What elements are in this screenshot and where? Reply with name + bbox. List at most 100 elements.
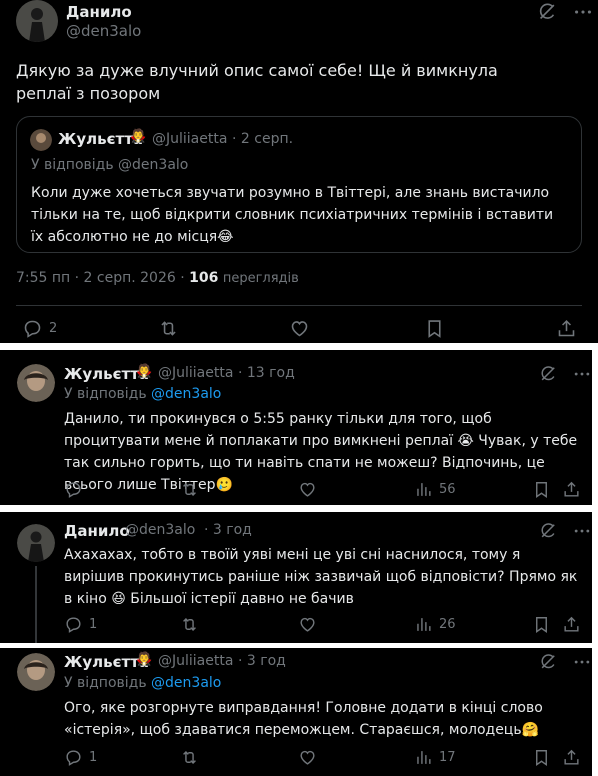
quote-avatar: [30, 129, 52, 151]
like-button[interactable]: [298, 748, 317, 767]
author-handle[interactable]: @Juliiaetta: [158, 653, 233, 669]
retweet-button[interactable]: [180, 615, 199, 634]
separator: [0, 343, 598, 350]
grok-icon[interactable]: [538, 521, 558, 541]
timestamp[interactable]: 7:55 пп · 2 серп. 2026 ·: [16, 270, 185, 286]
bookmark-button[interactable]: [532, 615, 551, 634]
reply-context: У відповідь @den3alo: [64, 386, 221, 402]
views-count: 56: [439, 482, 456, 497]
reply-to-handle: @den3alo: [118, 157, 189, 173]
reply-prefix: У відповідь: [64, 386, 147, 402]
reply-tweet[interactable]: Жульєтта 🧛 @Juliiaetta · 3 год У відпові…: [8, 648, 592, 776]
reply-count: 1: [89, 750, 98, 765]
retweet-icon: [158, 318, 179, 339]
author-emoji-icon: 🧛: [136, 364, 153, 379]
author-name[interactable]: Данило: [64, 522, 130, 540]
author-handle[interactable]: @den3alo: [66, 22, 141, 40]
more-icon[interactable]: [572, 652, 592, 672]
like-icon: [289, 318, 310, 339]
reply-icon: [64, 748, 83, 767]
post-time[interactable]: · 13 год: [238, 365, 295, 381]
bookmark-icon: [424, 318, 445, 339]
post-time[interactable]: · 3 год: [238, 653, 286, 669]
views-icon: [414, 480, 433, 499]
tweet-text: Данило, ти прокинувся о 5:55 ранку тільк…: [64, 411, 578, 493]
reply-to-link[interactable]: @den3alo: [151, 675, 221, 691]
share-button[interactable]: [556, 318, 577, 339]
retweet-button[interactable]: [180, 748, 199, 767]
avatar[interactable]: [17, 524, 55, 562]
views-button[interactable]: 56: [414, 480, 456, 499]
quote-date: · 2 серп.: [232, 131, 294, 147]
reply-to-link[interactable]: @den3alo: [151, 386, 221, 402]
tweet-meta: 7:55 пп · 2 серп. 2026 · 106 переглядів: [16, 270, 299, 286]
avatar[interactable]: [17, 364, 55, 402]
share-button[interactable]: [562, 748, 581, 767]
views-count: 106: [189, 270, 219, 286]
bookmark-button[interactable]: [424, 318, 445, 339]
reply-button[interactable]: 1: [64, 748, 97, 767]
share-button[interactable]: [562, 615, 581, 634]
author-name[interactable]: Данило: [66, 3, 132, 21]
quote-reply-context: У відповідь @den3alo: [31, 157, 188, 173]
meta-divider: [16, 305, 582, 306]
like-button[interactable]: [298, 480, 317, 499]
author-handle[interactable]: @den3alo: [125, 522, 195, 538]
separator: [0, 505, 598, 512]
views-count: 26: [439, 617, 456, 632]
post-time[interactable]: · 3 год: [204, 522, 252, 538]
reply-button[interactable]: 2: [22, 318, 57, 339]
tweet-text: Ахахахах, тобто в твоїй уяві мені це уві…: [64, 547, 578, 607]
views-button[interactable]: 26: [414, 615, 456, 634]
more-icon[interactable]: [572, 1, 594, 23]
share-button[interactable]: [562, 480, 581, 499]
reply-prefix: У відповідь: [31, 157, 114, 173]
grok-icon[interactable]: [538, 652, 558, 672]
reply-count: 2: [49, 321, 58, 336]
bookmark-button[interactable]: [532, 480, 551, 499]
bookmark-icon: [532, 480, 551, 499]
reply-context: У відповідь @den3alo: [64, 675, 221, 691]
share-icon: [556, 318, 577, 339]
reply-button[interactable]: [64, 480, 89, 499]
share-icon: [562, 480, 581, 499]
like-button[interactable]: [298, 615, 317, 634]
grok-icon[interactable]: [536, 1, 558, 23]
avatar[interactable]: [17, 653, 55, 691]
tweet-text: Дякую за дуже влучний опис самої себе! Щ…: [16, 61, 498, 103]
thread-line: [35, 566, 37, 643]
grok-icon[interactable]: [538, 364, 558, 384]
share-icon: [562, 615, 581, 634]
reply-button[interactable]: 1: [64, 615, 97, 634]
views-icon: [414, 748, 433, 767]
quote-text: Коли дуже хочеться звучати розумно в Тві…: [31, 185, 554, 245]
reply-icon: [22, 318, 43, 339]
main-tweet: Данило @den3alo Дякую за дуже влучний оп…: [0, 0, 598, 343]
quoted-tweet[interactable]: Жульєтта 🧛 @Juliiaetta · 2 серп. У відпо…: [16, 116, 582, 253]
share-icon: [562, 748, 581, 767]
quote-emoji-icon: 🧛: [130, 129, 147, 144]
author-handle[interactable]: @Juliiaetta: [158, 365, 233, 381]
reply-tweet[interactable]: Данило @den3alo · 3 год Ахахахах, тобто …: [8, 512, 592, 643]
reply-icon: [64, 480, 83, 499]
author-emoji-icon: 🧛: [136, 652, 153, 667]
reply-count: 1: [89, 617, 98, 632]
bookmark-icon: [532, 748, 551, 767]
views-count: 17: [439, 750, 456, 765]
separator: [592, 350, 598, 776]
like-icon: [298, 615, 317, 634]
like-button[interactable]: [289, 318, 310, 339]
like-icon: [298, 480, 317, 499]
views-button[interactable]: 17: [414, 748, 456, 767]
retweet-button[interactable]: [158, 318, 179, 339]
avatar[interactable]: [16, 0, 58, 42]
more-icon[interactable]: [572, 364, 592, 384]
bookmark-button[interactable]: [532, 748, 551, 767]
views-icon: [414, 615, 433, 634]
retweet-button[interactable]: [180, 480, 199, 499]
like-icon: [298, 748, 317, 767]
tweet-text: Ого, яке розгорнуте виправдання! Головне…: [64, 700, 543, 738]
retweet-icon: [180, 480, 199, 499]
more-icon[interactable]: [572, 521, 592, 541]
reply-tweet[interactable]: Жульєтта 🧛 @Juliiaetta · 13 год У відпов…: [8, 350, 592, 505]
